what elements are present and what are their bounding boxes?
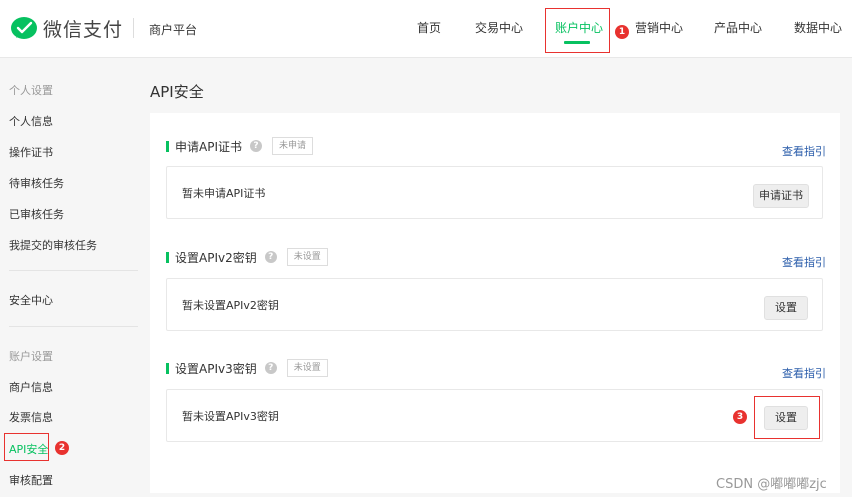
set-apiv2-button[interactable]: 设置 [764,296,808,320]
section-title-text: 设置APIv3密钥 [175,361,257,376]
sidebar-item-personal-info[interactable]: 个人信息 [9,113,53,129]
card-status-text: 暂未设置APIv2密钥 [182,299,279,312]
sidebar-item-reviewed-tasks[interactable]: 已审核任务 [9,206,64,222]
status-badge: 未申请 [272,137,314,155]
annotation-box-api-security [4,433,49,461]
nav-marketing-center[interactable]: 营销中心 [635,19,683,36]
status-badge: 未设置 [286,359,328,377]
nav-home[interactable]: 首页 [417,19,441,36]
sidebar-group-account: 账户设置 [9,350,53,363]
top-header: 微信支付 商户平台 首页 交易中心 账户中心 营销中心 产品中心 数据中心 [0,0,852,58]
platform-name: 商户平台 [149,23,198,37]
apply-cert-button[interactable]: 申请证书 [753,184,809,208]
section-accent-bar [166,251,169,263]
help-icon[interactable]: ? [264,251,277,263]
sidebar-item-pending-tasks[interactable]: 待审核任务 [9,175,64,191]
section-title-apiv2: 设置APIv2密钥 ? 未设置 [166,248,328,266]
sidebar-item-op-cert[interactable]: 操作证书 [9,144,53,160]
sidebar-item-security-center[interactable]: 安全中心 [9,292,53,308]
nav-trade-center[interactable]: 交易中心 [475,19,523,36]
apiv3-card: 暂未设置APIv3密钥 设置 [166,389,823,442]
section-accent-bar [166,140,169,152]
annotation-box-account-center [545,8,610,53]
section-title-api-cert: 申请API证书 ? 未申请 [166,137,314,155]
view-guide-link[interactable]: 查看指引 [782,143,826,159]
apiv2-card: 暂未设置APIv2密钥 设置 [166,278,823,331]
section-title-apiv3: 设置APIv3密钥 ? 未设置 [166,359,328,377]
sidebar-divider [9,326,138,327]
wechat-pay-logo[interactable]: 微信支付 [10,15,123,42]
annotation-badge-3: 3 [733,410,747,424]
sidebar-group-personal: 个人设置 [9,84,53,97]
annotation-badge-1: 1 [615,25,629,39]
brand-name: 微信支付 [43,19,124,41]
wechat-pay-logo-icon [11,16,37,39]
status-badge: 未设置 [286,248,328,266]
card-status-text: 暂未设置APIv3密钥 [182,410,279,423]
logo-divider [133,18,134,38]
section-accent-bar [166,362,169,374]
page-title: API安全 [150,83,204,101]
sidebar-divider [9,270,138,271]
help-icon[interactable]: ? [264,362,277,374]
api-cert-card: 暂未申请API证书 申请证书 [166,166,823,219]
section-title-text: 申请API证书 [175,139,242,154]
nav-data-center[interactable]: 数据中心 [794,19,842,36]
help-icon[interactable]: ? [250,140,262,152]
view-guide-link[interactable]: 查看指引 [782,365,826,381]
section-title-text: 设置APIv2密钥 [175,250,257,265]
sidebar-item-merchant-info[interactable]: 商户信息 [9,379,53,395]
card-status-text: 暂未申请API证书 [182,187,266,200]
nav-product-center[interactable]: 产品中心 [714,19,762,36]
view-guide-link[interactable]: 查看指引 [782,254,826,270]
annotation-badge-2: 2 [55,441,69,455]
sidebar-item-review-config[interactable]: 审核配置 [9,472,53,488]
sidebar-item-my-submitted-tasks[interactable]: 我提交的审核任务 [9,237,97,253]
sidebar-item-invoice-info[interactable]: 发票信息 [9,409,53,425]
annotation-box-set-apiv3 [754,396,820,439]
watermark: CSDN @嘟嘟嘟zjc [716,477,827,492]
